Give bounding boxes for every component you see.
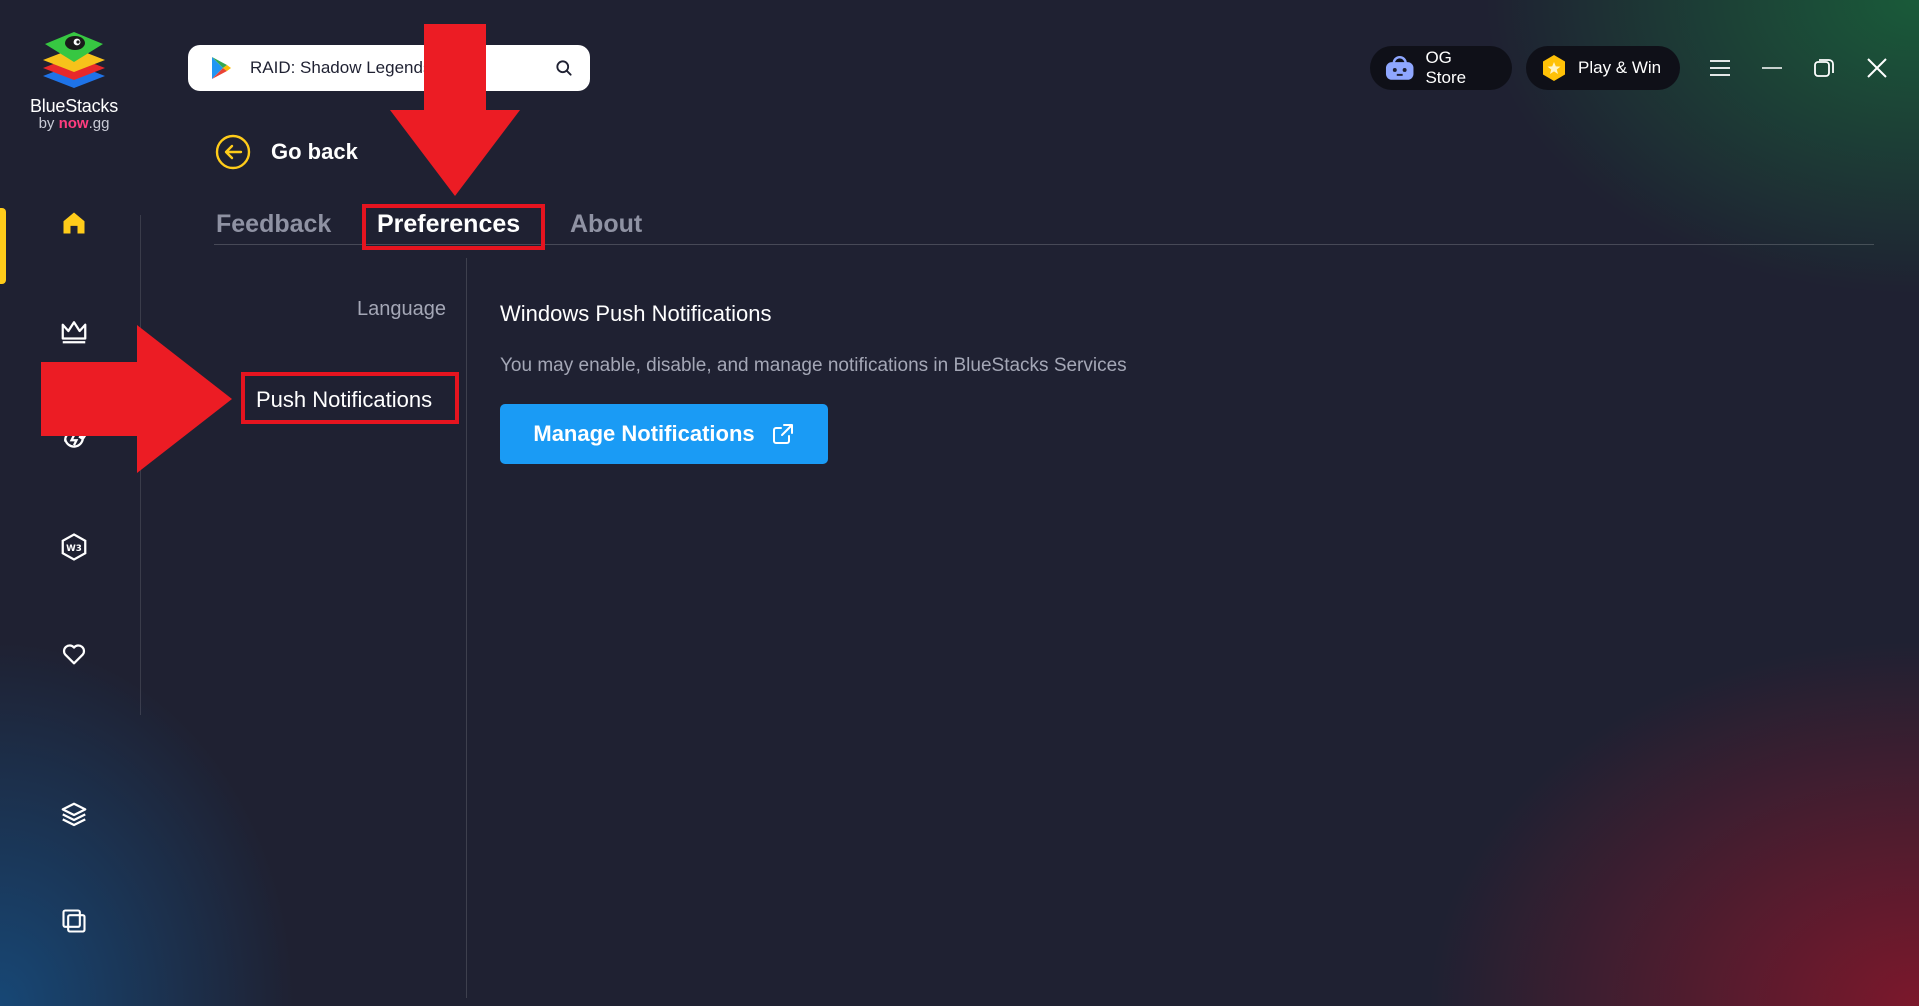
sidebar-item-multi-instance[interactable]: [50, 897, 98, 945]
brand-name: BlueStacks: [29, 96, 119, 116]
search-bar[interactable]: [188, 45, 590, 91]
section-title: Windows Push Notifications: [500, 301, 772, 326]
section-description: You may enable, disable, and manage noti…: [500, 355, 1127, 376]
arrow-left-circle-icon: [215, 134, 251, 170]
w3-badge-icon: W3: [61, 533, 87, 561]
menu-item-push-notifications[interactable]: Push Notifications: [256, 387, 432, 413]
tab-preferences[interactable]: Preferences: [377, 210, 520, 239]
sidebar-item-sync[interactable]: [50, 415, 98, 463]
brand-by: by: [38, 115, 55, 132]
manage-notifications-label: Manage Notifications: [533, 421, 755, 446]
brand-sub: now: [58, 115, 89, 132]
brand-byline: by now.gg: [26, 115, 122, 132]
menu-divider: [466, 258, 467, 998]
hamburger-icon: [1710, 60, 1730, 76]
tabs-underline: [214, 244, 1874, 245]
og-store-button[interactable]: OG Store: [1370, 46, 1512, 90]
play-win-label: Play & Win: [1578, 58, 1662, 77]
minimize-button[interactable]: [1753, 49, 1791, 87]
sidebar-item-layers[interactable]: [50, 791, 98, 839]
tab-feedback[interactable]: Feedback: [216, 210, 331, 239]
sidebar-item-home[interactable]: [50, 199, 98, 247]
menu-button[interactable]: [1701, 49, 1739, 87]
heart-icon: [62, 644, 86, 665]
manage-notifications-button[interactable]: Manage Notifications: [500, 404, 828, 464]
play-win-button[interactable]: Play & Win: [1526, 46, 1680, 90]
sidebar-divider: [140, 215, 141, 715]
og-store-icon: [1385, 55, 1414, 80]
search-input[interactable]: [248, 57, 554, 79]
sidebar-item-crown[interactable]: [50, 307, 98, 355]
svg-text:W3: W3: [66, 544, 82, 554]
restore-icon: [1814, 59, 1834, 77]
external-link-icon: [772, 424, 793, 444]
bluestacks-logo-icon: [43, 32, 105, 88]
brand-sub-suffix: .gg: [88, 115, 110, 132]
bluestacks-logo: BlueStacks by now.gg: [26, 22, 122, 132]
minimize-icon: [1762, 67, 1782, 69]
coin-star-icon: [1543, 55, 1565, 81]
tab-about[interactable]: About: [570, 210, 642, 239]
multi-window-icon: [62, 909, 86, 933]
close-button[interactable]: [1858, 49, 1896, 87]
go-back-label: Go back: [271, 139, 358, 164]
home-icon: [63, 212, 85, 234]
crown-icon: [61, 321, 87, 344]
layers-icon: [61, 802, 87, 827]
close-icon: [1867, 58, 1887, 78]
play-store-icon: [212, 57, 231, 79]
sidebar-item-favorites[interactable]: [50, 630, 98, 678]
search-icon[interactable]: [554, 58, 574, 78]
restore-button[interactable]: [1805, 49, 1843, 87]
sidebar-active-indicator: [0, 208, 6, 284]
menu-item-language[interactable]: Language: [357, 298, 446, 321]
cloud-sync-icon: [64, 430, 87, 448]
og-store-label: OG Store: [1425, 48, 1467, 87]
go-back-button[interactable]: Go back: [215, 134, 358, 170]
sidebar-item-w3[interactable]: W3: [50, 523, 98, 571]
